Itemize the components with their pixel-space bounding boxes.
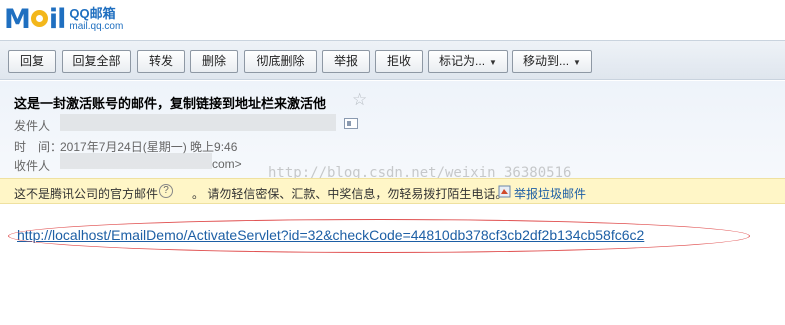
logo-name: QQ邮箱 xyxy=(69,6,116,21)
mail-subject: 这是一封激活账号的邮件，复制链接到地址栏来激活他 xyxy=(14,96,327,111)
time-label: 时 间： xyxy=(14,140,63,154)
security-warning-bar: 这不是腾讯公司的官方邮件 ? 。 请勿轻信密保、汇款、中奖信息，勿轻易拨打陌生电… xyxy=(0,178,785,204)
chevron-down-icon: ▼ xyxy=(489,58,497,67)
qq-mail-logo[interactable]: Mil QQ邮箱 mail.qq.com xyxy=(4,6,123,33)
logo-o-circle xyxy=(30,10,48,27)
receiver-label: 收件人 xyxy=(14,159,51,173)
warning-text-advice: 。 请勿轻信密保、汇款、中奖信息，勿轻易拨打陌生电话。 xyxy=(192,187,508,201)
mail-toolbar: 回复 回复全部 转发 删除 彻底删除 举报 拒收 标记为... ▼ 移动到... ▼ xyxy=(0,40,785,80)
forward-button[interactable]: 转发 xyxy=(137,50,185,73)
move-to-dropdown[interactable]: 移动到... ▼ xyxy=(512,50,592,73)
star-icon[interactable]: ☆ xyxy=(352,90,367,110)
delete-permanently-button[interactable]: 彻底删除 xyxy=(244,50,317,73)
chevron-down-icon: ▼ xyxy=(573,58,581,67)
reply-button[interactable]: 回复 xyxy=(8,50,56,73)
report-button[interactable]: 举报 xyxy=(322,50,370,73)
sender-redacted xyxy=(60,114,336,131)
report-spam-link[interactable]: 举报垃圾邮件 xyxy=(514,185,586,202)
warning-text-official: 这不是腾讯公司的官方邮件 xyxy=(14,187,159,201)
logo-mark: Mil xyxy=(4,4,66,35)
annotation-ellipse xyxy=(8,219,750,253)
help-icon[interactable]: ? xyxy=(159,184,173,198)
contact-card-icon[interactable] xyxy=(344,118,358,129)
sender-label: 发件人 xyxy=(14,119,51,133)
logo-text: QQ邮箱 mail.qq.com xyxy=(69,7,123,33)
logo-domain: mail.qq.com xyxy=(69,21,124,32)
reply-all-button[interactable]: 回复全部 xyxy=(62,50,131,73)
mark-as-dropdown[interactable]: 标记为... ▼ xyxy=(428,50,508,73)
delete-button[interactable]: 删除 xyxy=(190,50,238,73)
receiver-redacted xyxy=(60,153,212,169)
reject-button[interactable]: 拒收 xyxy=(375,50,423,73)
mail-header: 这是一封激活账号的邮件，复制链接到地址栏来激活他 ☆ 发件人 时 间： 2017… xyxy=(0,81,785,181)
app-header: Mil QQ邮箱 mail.qq.com xyxy=(0,0,785,40)
report-spam-icon xyxy=(498,185,511,198)
receiver-suffix: com> xyxy=(212,157,242,171)
